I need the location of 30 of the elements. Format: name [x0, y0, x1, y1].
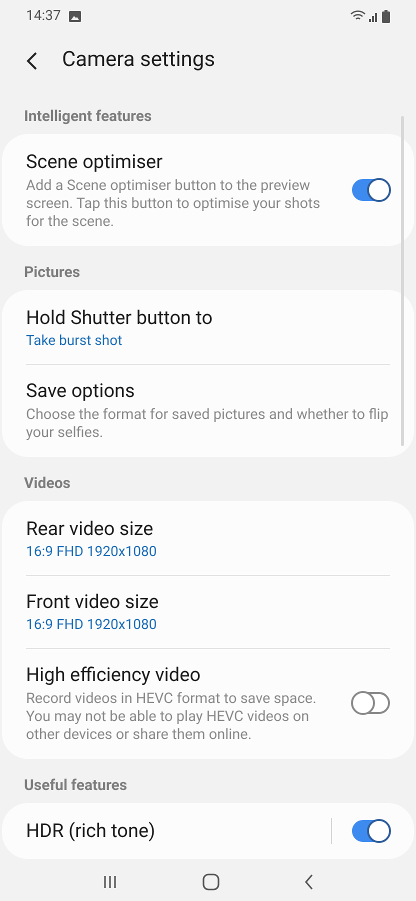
setting-description: Choose the format for saved pictures and whether to flip your selfies. — [26, 406, 390, 442]
back-icon — [304, 874, 314, 890]
image-icon — [68, 10, 81, 22]
wifi-icon — [350, 10, 366, 22]
page-title: Camera settings — [62, 47, 216, 74]
setting-description: Record videos in HEVC format to save space. You may not be able to play HEVC videos on other devices or share them online. — [26, 690, 318, 744]
setting-description: Add a Scene optimiser button to the preview screen. Tap this button to optimise your shots for the scene. — [26, 177, 322, 231]
setting-title[interactable]: High efficiency video — [26, 662, 336, 688]
section-heading: Intelligent features — [23, 106, 153, 126]
setting-value: 16:9 FHD 1920x1080 — [26, 616, 158, 635]
setting-title[interactable]: Scene optimiser — [26, 149, 336, 175]
signal-icon — [369, 10, 379, 22]
back-icon — [26, 52, 38, 70]
setting-title[interactable]: HDR (rich tone) — [26, 818, 315, 844]
setting-title[interactable]: Save options — [26, 378, 390, 404]
section-heading: Videos — [23, 473, 72, 493]
setting-title[interactable]: Front video size — [26, 589, 390, 615]
section-heading: Useful features — [23, 775, 128, 795]
status-time: 14:37 — [26, 6, 61, 26]
setting-value: 16:9 FHD 1920x1080 — [26, 543, 158, 562]
setting-title[interactable]: Rear video size — [26, 516, 390, 542]
toggle-switch[interactable] — [352, 692, 390, 714]
toggle-switch[interactable] — [352, 179, 390, 201]
setting-title[interactable]: Hold Shutter button to — [26, 305, 390, 331]
toggle-switch[interactable] — [352, 820, 390, 842]
recent-apps-icon — [102, 874, 118, 890]
section-heading: Pictures — [23, 262, 82, 282]
home-icon — [202, 873, 220, 891]
battery-icon — [382, 10, 390, 22]
setting-value: Take burst shot — [26, 332, 124, 351]
